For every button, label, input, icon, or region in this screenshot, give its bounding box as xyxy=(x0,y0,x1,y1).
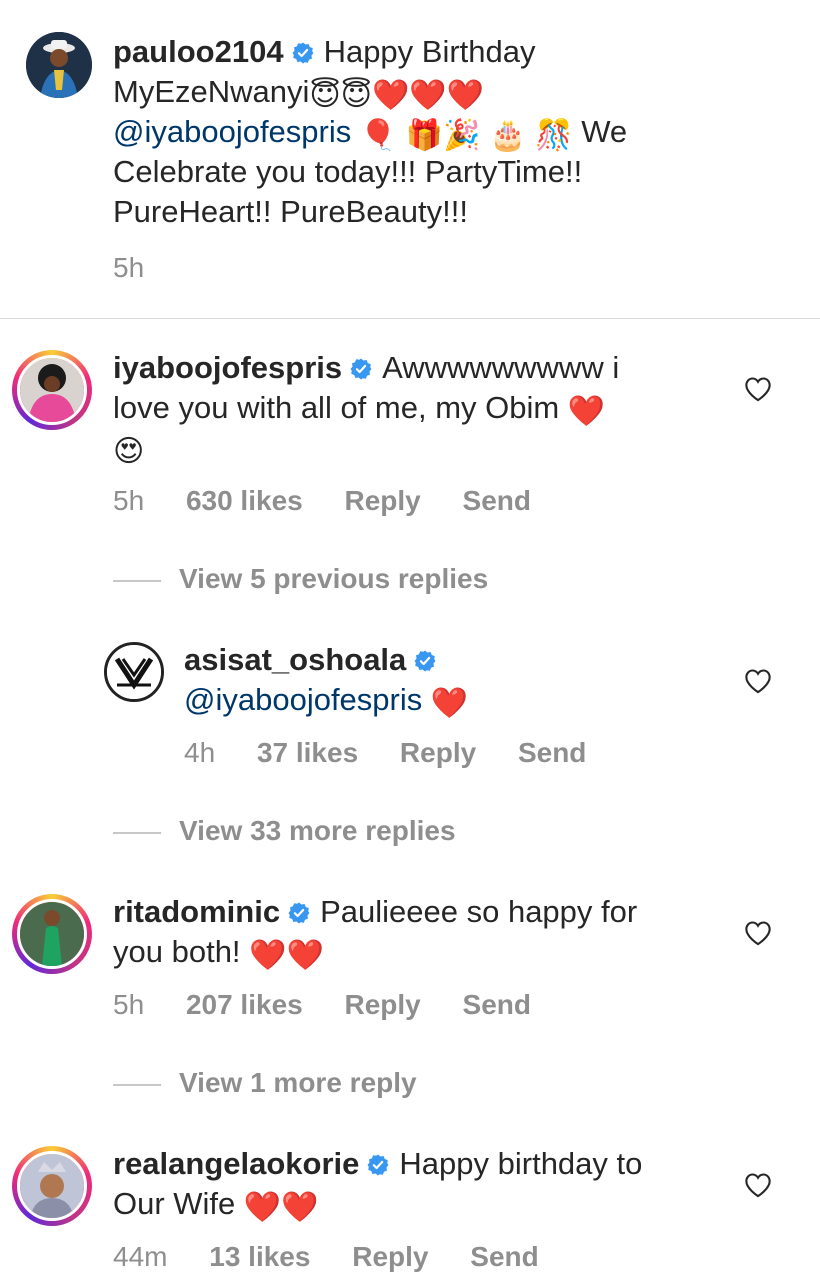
smiling-halo-emoji-icon: 😇 xyxy=(309,79,341,112)
comment-text-part: Paulieeee so happy for xyxy=(320,894,638,929)
username[interactable]: ritadominic xyxy=(113,894,280,929)
comment-text-part: MyEzeNwanyi xyxy=(113,74,310,109)
comment-text: ritadominic Paulieeee so happy for you bo… xyxy=(113,892,713,972)
party-popper-emoji-icon: 🎉 xyxy=(443,119,481,152)
comment-meta: 5h 630 likes Reply Send xyxy=(113,485,565,517)
view-replies-label: View 5 previous replies xyxy=(179,563,489,594)
comment-meta: 5h 207 likes Reply Send xyxy=(113,989,565,1021)
likes-count[interactable]: 13 likes xyxy=(209,1241,310,1272)
comment-text: iyaboojofespris Awwwwwwwww i love you wit… xyxy=(113,348,713,468)
view-replies-button[interactable]: View 33 more replies xyxy=(113,815,456,847)
heart-eyes-emoji-icon: 😍 xyxy=(113,435,145,468)
heart-icon[interactable] xyxy=(744,920,772,946)
send-button[interactable]: Send xyxy=(470,1241,538,1272)
username[interactable]: realangelaokorie xyxy=(113,1146,359,1181)
red-heart-emoji-icon: ❤️ xyxy=(430,687,469,720)
view-replies-button[interactable]: View 5 previous replies xyxy=(113,563,488,595)
timestamp: 4h xyxy=(184,737,216,768)
red-heart-emoji-icon: ❤️ xyxy=(249,939,287,972)
confetti-ball-emoji-icon: 🎊 xyxy=(535,119,573,152)
red-heart-emoji-icon: ❤️ xyxy=(567,395,606,428)
comment-text-part: you both! xyxy=(113,934,241,969)
avatar[interactable] xyxy=(12,894,92,974)
gift-emoji-icon: 🎁 xyxy=(405,119,444,152)
reply-button[interactable]: Reply xyxy=(345,485,421,516)
red-heart-emoji-icon: ❤️ xyxy=(281,1191,319,1224)
divider-line xyxy=(113,1083,161,1086)
timestamp: 5h xyxy=(113,252,145,283)
comment-text-part: Awwwwwwwww i xyxy=(382,350,620,385)
timestamp: 5h xyxy=(113,989,145,1020)
comment-meta: 5h xyxy=(113,252,178,284)
verified-badge-icon xyxy=(292,42,314,64)
smiling-halo-emoji-icon: 😇 xyxy=(340,79,372,112)
red-heart-emoji-icon: ❤️ xyxy=(286,939,324,972)
heart-icon[interactable] xyxy=(744,668,772,694)
comment-text-part: Happy birthday to xyxy=(399,1146,643,1181)
verified-badge-icon xyxy=(414,650,436,672)
likes-count[interactable]: 207 likes xyxy=(186,989,303,1020)
divider-line xyxy=(113,579,161,582)
verified-badge-icon xyxy=(288,902,310,924)
username[interactable]: pauloo2104 xyxy=(113,34,284,69)
comment-text-part: Happy Birthday xyxy=(323,34,536,69)
balloon-emoji-icon: 🎈 xyxy=(359,119,398,152)
avatar[interactable] xyxy=(26,32,92,98)
comment-text: realangelaokorie Happy birthday to Our Wi… xyxy=(113,1144,723,1224)
comment-text-part: We xyxy=(581,114,628,149)
view-replies-button[interactable]: View 1 more reply xyxy=(113,1067,417,1099)
red-heart-emoji-icon: ❤️ xyxy=(446,79,485,112)
heart-icon[interactable] xyxy=(744,376,772,402)
reply-button[interactable]: Reply xyxy=(345,989,421,1020)
avatar[interactable] xyxy=(12,350,92,430)
comment-meta: 44m 13 likes Reply Send xyxy=(113,1241,573,1273)
send-button[interactable]: Send xyxy=(463,485,531,516)
red-heart-emoji-icon: ❤️ xyxy=(371,79,410,112)
divider-line xyxy=(113,831,161,834)
comment-text: asisat_oshoala @iyaboojofespris ❤️ xyxy=(184,640,704,720)
likes-count[interactable]: 37 likes xyxy=(257,737,358,768)
avatar-image xyxy=(26,32,92,98)
username[interactable]: asisat_oshoala xyxy=(184,642,406,677)
mention-link[interactable]: @iyaboojofespris xyxy=(113,114,351,149)
comment-text-part: PureHeart!! PureBeauty!!! xyxy=(113,194,468,229)
heart-icon[interactable] xyxy=(744,1172,772,1198)
caption-divider xyxy=(0,318,820,319)
view-replies-label: View 1 more reply xyxy=(179,1067,417,1098)
comment-meta: 4h 37 likes Reply Send xyxy=(184,737,620,769)
avatar[interactable] xyxy=(104,642,164,702)
red-heart-emoji-icon: ❤️ xyxy=(243,1191,282,1224)
avatar-image xyxy=(20,902,84,966)
reply-button[interactable]: Reply xyxy=(400,737,476,768)
comment-text-part: love you with all of me, my Obim xyxy=(113,390,560,425)
send-button[interactable]: Send xyxy=(518,737,586,768)
username[interactable]: iyaboojofespris xyxy=(113,350,342,385)
mention-link[interactable]: @iyaboojofespris xyxy=(184,682,422,717)
send-button[interactable]: Send xyxy=(463,989,531,1020)
likes-count[interactable]: 630 likes xyxy=(186,485,303,516)
comment-text-part: Celebrate you today!!! PartyTime!! xyxy=(113,154,583,189)
comment-text-part: Our Wife xyxy=(113,1186,236,1221)
avatar-image xyxy=(20,1154,84,1218)
cake-emoji-icon: 🎂 xyxy=(489,119,527,152)
avatar-image xyxy=(107,645,161,699)
timestamp: 5h xyxy=(113,485,145,516)
view-replies-label: View 33 more replies xyxy=(179,815,456,846)
timestamp: 44m xyxy=(113,1241,168,1272)
verified-badge-icon xyxy=(367,1154,389,1176)
verified-badge-icon xyxy=(350,358,372,380)
avatar-image xyxy=(20,358,84,422)
avatar[interactable] xyxy=(12,1146,92,1226)
red-heart-emoji-icon: ❤️ xyxy=(409,79,447,112)
reply-button[interactable]: Reply xyxy=(352,1241,428,1272)
comment-text: pauloo2104 Happy Birthday MyEzeNwanyi😇😇❤️… xyxy=(113,32,753,232)
